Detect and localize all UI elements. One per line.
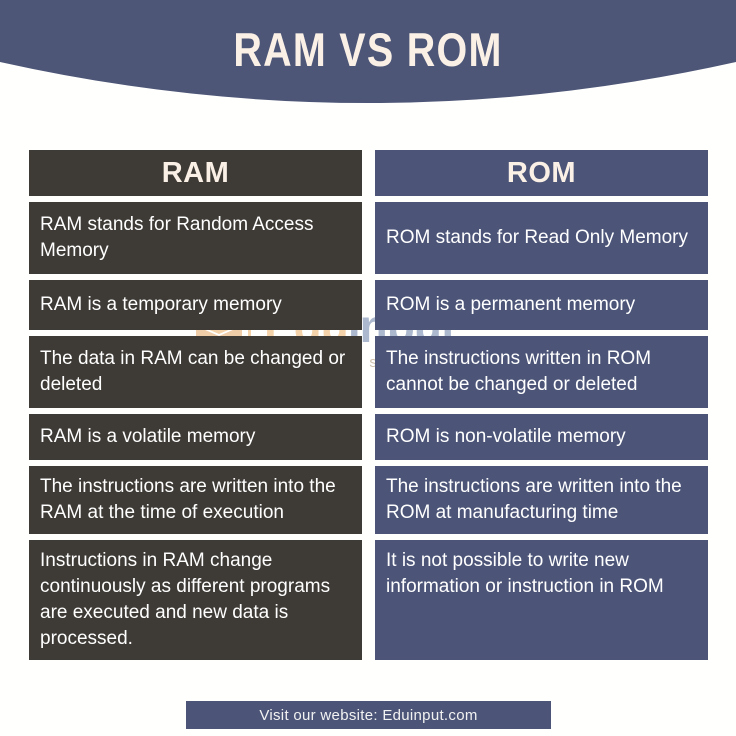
cell-ram-1: RAM stands for Random Access Memory xyxy=(29,202,362,274)
cell-rom-6: It is not possible to write new informat… xyxy=(375,540,708,660)
footer-website-text: Visit our website: Eduinput.com xyxy=(259,706,478,724)
comparison-table: RAM ROM RAM stands for Random Access Mem… xyxy=(29,150,708,666)
cell-ram-4: RAM is a volatile memory xyxy=(29,414,362,460)
page-title: RAM VS ROM xyxy=(233,23,503,76)
infographic-page: RAM VS ROM Eduinput Education on sharing… xyxy=(0,0,736,736)
header-banner: RAM VS ROM xyxy=(0,0,736,132)
table-row: The instructions are written into the RA… xyxy=(29,466,708,534)
cell-rom-3: The instructions written in ROM cannot b… xyxy=(375,336,708,408)
cell-ram-5: The instructions are written into the RA… xyxy=(29,466,362,534)
cell-rom-4: ROM is non-volatile memory xyxy=(375,414,708,460)
footer-bar[interactable]: Visit our website: Eduinput.com xyxy=(186,701,551,729)
cell-rom-1: ROM stands for Read Only Memory xyxy=(375,202,708,274)
table-row: RAM is a temporary memory ROM is a perma… xyxy=(29,280,708,330)
table-row: RAM stands for Random Access Memory ROM … xyxy=(29,202,708,274)
table-header-row: RAM ROM xyxy=(29,150,708,196)
table-row: The data in RAM can be changed or delete… xyxy=(29,336,708,408)
cell-rom-2: ROM is a permanent memory xyxy=(375,280,708,330)
column-header-rom: ROM xyxy=(375,150,708,196)
column-header-ram: RAM xyxy=(29,150,362,196)
cell-rom-5: The instructions are written into the RO… xyxy=(375,466,708,534)
table-row: Instructions in RAM change continuously … xyxy=(29,540,708,660)
table-row: RAM is a volatile memory ROM is non-vola… xyxy=(29,414,708,460)
cell-ram-6: Instructions in RAM change continuously … xyxy=(29,540,362,660)
cell-ram-2: RAM is a temporary memory xyxy=(29,280,362,330)
cell-ram-3: The data in RAM can be changed or delete… xyxy=(29,336,362,408)
